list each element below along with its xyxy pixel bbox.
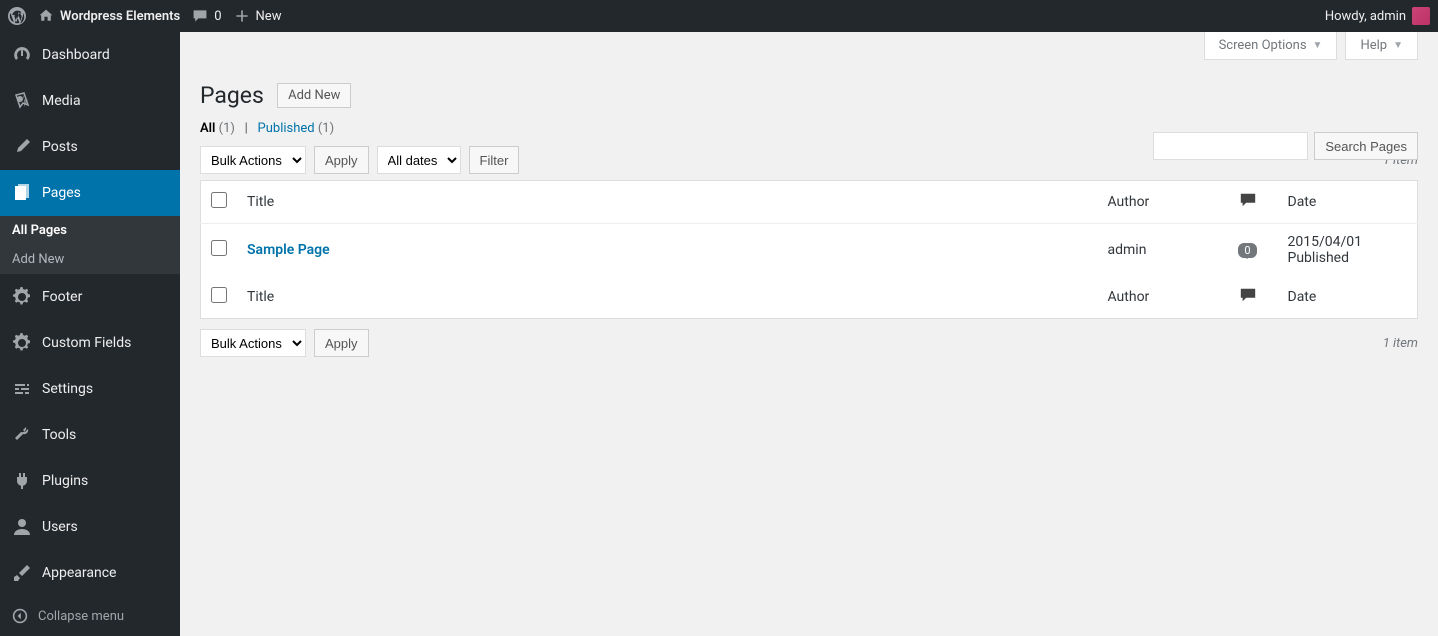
collapse-label: Collapse menu: [38, 609, 124, 624]
apply-bulk-button-bottom[interactable]: Apply: [314, 329, 369, 357]
sidebar-item-media[interactable]: Media: [0, 78, 180, 124]
collapse-menu[interactable]: Collapse menu: [0, 596, 180, 636]
admin-sidebar: Dashboard Media Posts Pages All Pages Ad…: [0, 32, 180, 636]
row-checkbox[interactable]: [211, 240, 227, 256]
gear-icon: [12, 287, 32, 307]
sidebar-item-appearance[interactable]: Appearance: [0, 550, 180, 596]
chevron-down-icon: ▼: [1313, 40, 1323, 51]
sidebar-label: Appearance: [42, 565, 116, 581]
sidebar-item-plugins[interactable]: Plugins: [0, 458, 180, 504]
sidebar-item-posts[interactable]: Posts: [0, 124, 180, 170]
sliders-icon: [12, 379, 32, 399]
col-author[interactable]: Author: [1098, 181, 1218, 224]
sidebar-label: Plugins: [42, 473, 88, 489]
row-author: admin: [1098, 224, 1218, 277]
howdy-label: Howdy, admin: [1325, 9, 1406, 24]
dashboard-icon: [12, 45, 32, 65]
submenu-add-new[interactable]: Add New: [0, 245, 180, 274]
sidebar-item-footer[interactable]: Footer: [0, 274, 180, 320]
user-icon: [12, 517, 32, 537]
brush-icon: [12, 563, 32, 583]
bulk-actions-select[interactable]: Bulk Actions: [200, 146, 306, 174]
filter-all[interactable]: All: [200, 121, 219, 136]
sidebar-item-users[interactable]: Users: [0, 504, 180, 550]
sidebar-label: Settings: [42, 381, 93, 397]
filter-button[interactable]: Filter: [469, 146, 520, 174]
sidebar-item-dashboard[interactable]: Dashboard: [0, 32, 180, 78]
sidebar-label: Dashboard: [42, 47, 110, 63]
col-date-foot[interactable]: Date: [1278, 276, 1418, 319]
sidebar-item-custom-fields[interactable]: Custom Fields: [0, 320, 180, 366]
add-new-button[interactable]: Add New: [277, 83, 351, 108]
new-content[interactable]: New: [234, 8, 282, 24]
select-all-checkbox[interactable]: [211, 192, 227, 208]
new-label: New: [256, 9, 282, 24]
search-button[interactable]: Search Pages: [1314, 132, 1418, 160]
comments-link[interactable]: 0: [192, 8, 221, 24]
pages-icon: [12, 183, 32, 203]
posts-icon: [12, 137, 32, 157]
search-input[interactable]: [1153, 132, 1308, 160]
sidebar-label: Tools: [42, 427, 76, 443]
account-link[interactable]: Howdy, admin: [1325, 7, 1430, 25]
screen-options-button[interactable]: Screen Options ▼: [1204, 32, 1338, 60]
gear-icon: [12, 333, 32, 353]
row-date: 2015/04/01 Published: [1278, 224, 1418, 277]
col-date[interactable]: Date: [1278, 181, 1418, 224]
date-filter-select[interactable]: All dates: [377, 146, 461, 174]
sidebar-label: Pages: [42, 185, 81, 201]
sidebar-label: Custom Fields: [42, 335, 131, 351]
wp-logo[interactable]: [8, 7, 26, 25]
page-title: Pages: [200, 82, 264, 109]
comments-count: 0: [214, 9, 221, 24]
site-name-label: Wordpress Elements: [60, 9, 180, 24]
bulk-actions-select-bottom[interactable]: Bulk Actions: [200, 329, 306, 357]
col-title-foot[interactable]: Title: [237, 276, 1098, 319]
media-icon: [12, 91, 32, 111]
col-comments-foot[interactable]: [1218, 276, 1278, 319]
sidebar-item-tools[interactable]: Tools: [0, 412, 180, 458]
select-all-checkbox-foot[interactable]: [211, 287, 227, 303]
pages-table: Title Author Date Sample Page admin 0 20…: [200, 180, 1418, 319]
comment-count-bubble[interactable]: 0: [1238, 243, 1256, 258]
pagination-info-bottom: 1 item: [1383, 336, 1418, 351]
sidebar-item-settings[interactable]: Settings: [0, 366, 180, 412]
table-row: Sample Page admin 0 2015/04/01 Published: [201, 224, 1418, 277]
sidebar-submenu-pages: All Pages Add New: [0, 216, 180, 274]
col-comments[interactable]: [1218, 181, 1278, 224]
plug-icon: [12, 471, 32, 491]
filter-published[interactable]: Published: [258, 121, 318, 136]
submenu-all-pages[interactable]: All Pages: [0, 216, 180, 245]
site-home[interactable]: Wordpress Elements: [38, 8, 180, 24]
sidebar-label: Posts: [42, 139, 78, 155]
sidebar-item-pages[interactable]: Pages: [0, 170, 180, 216]
row-title-link[interactable]: Sample Page: [247, 242, 330, 258]
sidebar-label: Users: [42, 519, 78, 535]
admin-toolbar: Wordpress Elements 0 New Howdy, admin: [0, 0, 1438, 32]
main-content: Screen Options ▼ Help ▼ Pages Add New Se…: [180, 32, 1438, 636]
apply-bulk-button[interactable]: Apply: [314, 146, 369, 174]
wrench-icon: [12, 425, 32, 445]
help-button[interactable]: Help ▼: [1345, 32, 1418, 60]
sidebar-label: Media: [42, 93, 81, 109]
chevron-down-icon: ▼: [1393, 40, 1403, 51]
col-title[interactable]: Title: [237, 181, 1098, 224]
collapse-icon: [12, 608, 28, 624]
col-author-foot[interactable]: Author: [1098, 276, 1218, 319]
avatar: [1412, 7, 1430, 25]
sidebar-label: Footer: [42, 289, 82, 305]
